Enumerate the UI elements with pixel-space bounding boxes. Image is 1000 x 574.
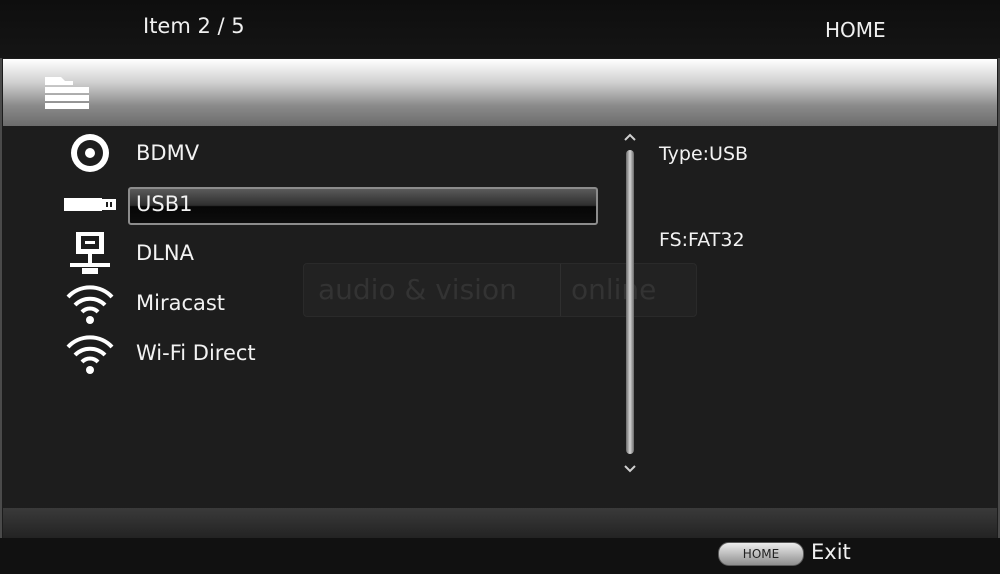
- exit-label: Exit: [811, 540, 851, 564]
- network-pc-icon: [70, 232, 110, 274]
- info-filesystem: FS:FAT32: [659, 229, 745, 251]
- home-button[interactable]: HOME: [718, 542, 804, 566]
- list-item-label: DLNA: [136, 241, 194, 265]
- wifi-icon: [66, 285, 114, 324]
- list-item-miracast[interactable]: Miracast: [3, 281, 623, 325]
- scroll-down-icon[interactable]: [623, 464, 637, 474]
- bottom-band: [3, 508, 997, 538]
- top-bar: Item 2 / 5 HOME: [0, 0, 1000, 58]
- usb-drive-icon: [64, 198, 116, 211]
- list-item-usb1[interactable]: USB1: [3, 182, 623, 226]
- info-type: Type:USB: [659, 143, 749, 165]
- list-item-label: Miracast: [136, 291, 226, 315]
- item-counter: Item 2 / 5: [143, 14, 245, 38]
- disc-icon: [71, 134, 109, 172]
- home-title: HOME: [825, 18, 886, 42]
- scroll-up-icon[interactable]: [623, 132, 637, 142]
- content-area: audio & vision online BDMV USB1 DLNA Mir…: [3, 126, 997, 508]
- list-item-label: USB1: [136, 192, 193, 216]
- footer-bar: HOME Exit: [0, 538, 1000, 574]
- list-item-dlna[interactable]: DLNA: [3, 231, 623, 275]
- wifi-icon: [66, 335, 114, 374]
- list-item-label: Wi-Fi Direct: [136, 341, 256, 365]
- list-item-label: BDMV: [136, 141, 200, 165]
- list-item-wifi-direct[interactable]: Wi-Fi Direct: [3, 331, 623, 375]
- list-item-bdmv[interactable]: BDMV: [3, 131, 623, 175]
- folder-icon: [45, 77, 89, 109]
- header-bar: [3, 59, 997, 126]
- scrollbar[interactable]: [626, 150, 634, 454]
